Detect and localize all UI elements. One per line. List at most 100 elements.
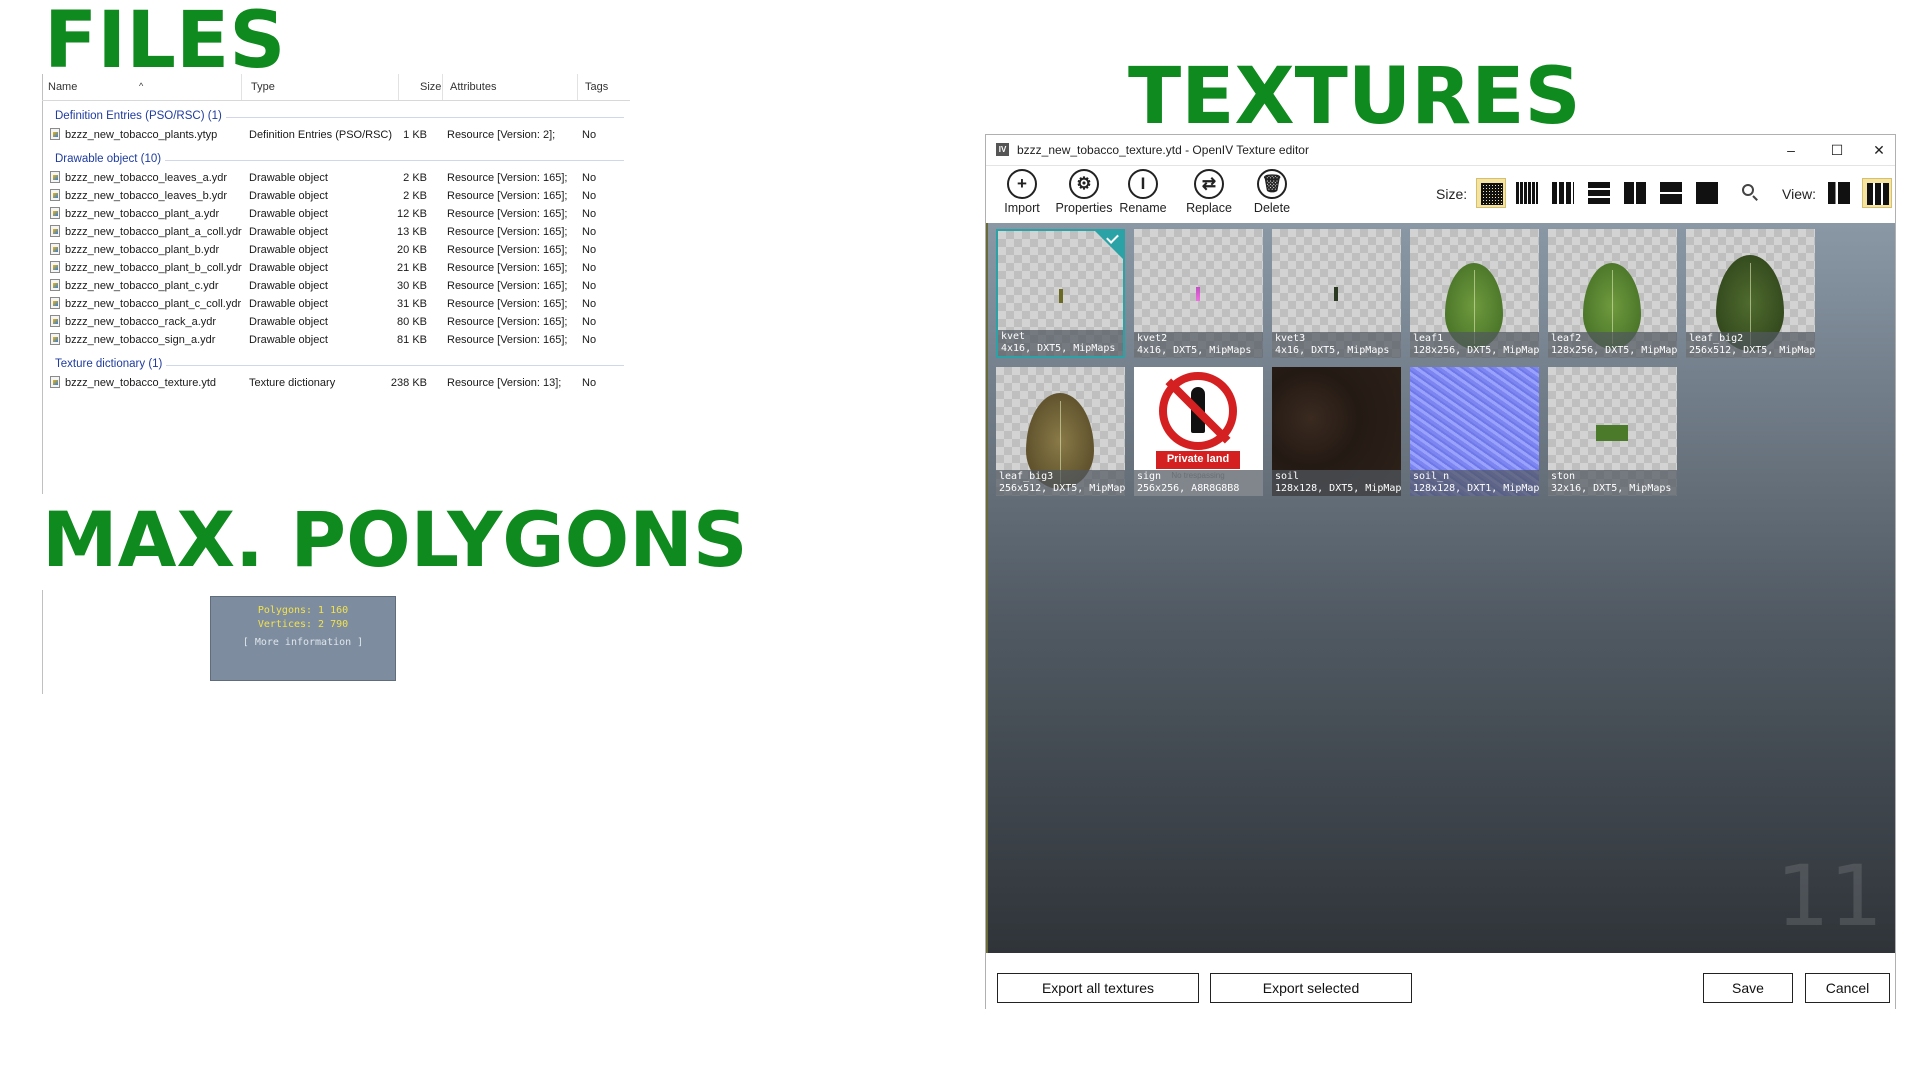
thumbnail-size-icon: [1696, 182, 1718, 204]
minimize-icon[interactable]: –: [1777, 139, 1805, 161]
file-size: 2 KB: [403, 190, 427, 202]
column-type[interactable]: Type: [251, 81, 275, 93]
vertex-count: Vertices: 2 790: [257, 619, 349, 630]
size-option-4[interactable]: [1584, 178, 1614, 208]
file-row[interactable]: bzzz_new_tobacco_plant_c_coll.ydr Drawabl…: [42, 295, 630, 313]
column-tags[interactable]: Tags: [585, 81, 608, 93]
maximize-icon[interactable]: ☐: [1823, 139, 1851, 161]
file-row[interactable]: bzzz_new_tobacco_sign_a.ydr Drawable obje…: [42, 331, 630, 349]
delete-button[interactable]: 🗑 Delete: [1246, 169, 1298, 215]
file-size: 31 KB: [397, 298, 427, 310]
texture-tile-soil_n[interactable]: soil_n 128x128, DXT1, MipMaps: [1410, 367, 1539, 496]
file-name: bzzz_new_tobacco_leaves_a.ydr: [65, 172, 228, 184]
file-row[interactable]: bzzz_new_tobacco_plants.ytyp Definition E…: [42, 126, 630, 144]
file-row[interactable]: bzzz_new_tobacco_plant_c.ydr Drawable obj…: [42, 277, 630, 295]
import-button[interactable]: + Import: [996, 169, 1048, 215]
texture-info: 4x16, DXT5, MipMaps: [1137, 345, 1252, 356]
save-button[interactable]: Save: [1703, 973, 1793, 1003]
view-list-button[interactable]: [1824, 178, 1854, 208]
file-size: 2 KB: [403, 172, 427, 184]
texture-editor-window: IV bzzz_new_tobacco_texture.ytd - OpenIV…: [985, 134, 1896, 1009]
file-name: bzzz_new_tobacco_sign_a.ydr: [65, 334, 216, 346]
thumbnail-size-icon: [1660, 182, 1682, 204]
file-group-header[interactable]: Drawable object (10): [42, 150, 630, 169]
size-option-3[interactable]: [1548, 178, 1578, 208]
more-information-link[interactable]: [ More information ]: [211, 637, 395, 648]
texture-info: 256x256, A8R8G8B8: [1137, 483, 1240, 494]
file-row[interactable]: bzzz_new_tobacco_texture.ytd Texture dict…: [42, 374, 630, 392]
column-attributes[interactable]: Attributes: [450, 81, 496, 93]
import-label: Import: [1004, 201, 1040, 215]
cancel-button[interactable]: Cancel: [1805, 973, 1890, 1003]
rename-button[interactable]: I Rename: [1117, 169, 1169, 215]
texture-tile-sign[interactable]: Private landNo trespassingsign256x256, A…: [1134, 367, 1263, 496]
file-type: Texture dictionary: [249, 377, 336, 389]
size-option-2[interactable]: [1512, 178, 1542, 208]
file-group-header[interactable]: Texture dictionary (1): [42, 355, 630, 374]
texture-name: kvet2: [1137, 333, 1168, 344]
file-tags: No: [582, 129, 597, 141]
texture-caption: kvet3 4x16, DXT5, MipMaps: [1272, 332, 1401, 358]
file-row[interactable]: bzzz_new_tobacco_plant_a.ydr Drawable obj…: [42, 205, 630, 223]
file-row[interactable]: bzzz_new_tobacco_plant_b_coll.ydr Drawabl…: [42, 259, 630, 277]
column-name[interactable]: Name: [48, 81, 77, 93]
file-row[interactable]: bzzz_new_tobacco_plant_a_coll.ydr Drawabl…: [42, 223, 630, 241]
title-bar[interactable]: IV bzzz_new_tobacco_texture.ytd - OpenIV…: [986, 135, 1895, 166]
file-tags: No: [582, 334, 597, 346]
texture-info: 128x128, DXT1, MipMaps: [1413, 483, 1539, 494]
view-grid-button[interactable]: [1862, 178, 1892, 208]
texture-caption: leaf_big2 256x512, DXT5, MipMaps: [1686, 332, 1815, 358]
texture-tile-leaf_big3[interactable]: leaf_big3 256x512, DXT5, MipMaps: [996, 367, 1125, 496]
file-row[interactable]: bzzz_new_tobacco_leaves_a.ydr Drawable ob…: [42, 169, 630, 187]
file-icon: [50, 128, 60, 140]
size-option-5[interactable]: [1620, 178, 1650, 208]
texture-name: leaf2: [1551, 333, 1582, 344]
file-groups: Definition Entries (PSO/RSC) (1) bzzz_new…: [42, 107, 630, 392]
texture-tile-leaf_big2[interactable]: leaf_big2 256x512, DXT5, MipMaps: [1686, 229, 1815, 358]
close-icon[interactable]: ✕: [1865, 139, 1893, 161]
file-size: 12 KB: [397, 208, 427, 220]
textures-heading: TEXTURES: [1128, 52, 1581, 142]
texture-name: soil_n: [1413, 471, 1450, 482]
file-row[interactable]: bzzz_new_tobacco_plant_b.ydr Drawable obj…: [42, 241, 630, 259]
texture-tile-ston[interactable]: ston 32x16, DXT5, MipMaps: [1548, 367, 1677, 496]
size-option-6[interactable]: [1656, 178, 1686, 208]
file-size: 81 KB: [397, 334, 427, 346]
texture-tile-leaf1[interactable]: leaf1 128x256, DXT5, MipMaps: [1410, 229, 1539, 358]
thumbnail-size-icon: [1516, 182, 1538, 204]
file-icon: [50, 225, 60, 237]
export-all-button[interactable]: Export all textures: [997, 973, 1199, 1003]
polygon-count: Polygons: 1 160: [257, 605, 349, 616]
file-row[interactable]: bzzz_new_tobacco_rack_a.ydr Drawable obje…: [42, 313, 630, 331]
size-option-7[interactable]: [1692, 178, 1722, 208]
file-size: 238 KB: [390, 377, 427, 389]
texture-tile-leaf2[interactable]: leaf2 128x256, DXT5, MipMaps: [1548, 229, 1677, 358]
file-group-header[interactable]: Definition Entries (PSO/RSC) (1): [42, 107, 630, 126]
file-attributes: Resource [Version: 165];: [447, 262, 568, 274]
size-option-1[interactable]: [1476, 178, 1506, 208]
editor-footer: Export all textures Export selected Save…: [986, 953, 1895, 1009]
file-type: Drawable object: [249, 280, 328, 292]
file-icon: [50, 333, 60, 345]
column-separator[interactable]: [241, 74, 242, 100]
file-list-header: ^ Name Type Size Attributes Tags: [42, 72, 630, 101]
texture-tile-kvet[interactable]: kvet 4x16, DXT5, MipMaps: [996, 229, 1125, 358]
texture-name: kvet3: [1275, 333, 1306, 344]
properties-button[interactable]: ⚙ Properties: [1052, 169, 1116, 215]
texture-tile-kvet3[interactable]: kvet3 4x16, DXT5, MipMaps: [1272, 229, 1401, 358]
replace-icon: ⇄: [1194, 169, 1224, 199]
column-size[interactable]: Size: [420, 81, 441, 93]
search-icon[interactable]: [1742, 184, 1754, 196]
file-row[interactable]: bzzz_new_tobacco_leaves_b.ydr Drawable ob…: [42, 187, 630, 205]
file-type: Drawable object: [249, 334, 328, 346]
column-separator[interactable]: [577, 74, 578, 100]
replace-button[interactable]: ⇄ Replace: [1183, 169, 1235, 215]
texture-tile-soil[interactable]: soil 128x128, DXT5, MipMaps: [1272, 367, 1401, 496]
file-tags: No: [582, 226, 597, 238]
thumbnail-size-icon: [1481, 183, 1503, 205]
texture-name: sign: [1137, 471, 1162, 482]
column-separator[interactable]: [442, 74, 443, 100]
texture-tile-kvet2[interactable]: kvet2 4x16, DXT5, MipMaps: [1134, 229, 1263, 358]
export-selected-button[interactable]: Export selected: [1210, 973, 1412, 1003]
column-separator[interactable]: [398, 74, 399, 100]
